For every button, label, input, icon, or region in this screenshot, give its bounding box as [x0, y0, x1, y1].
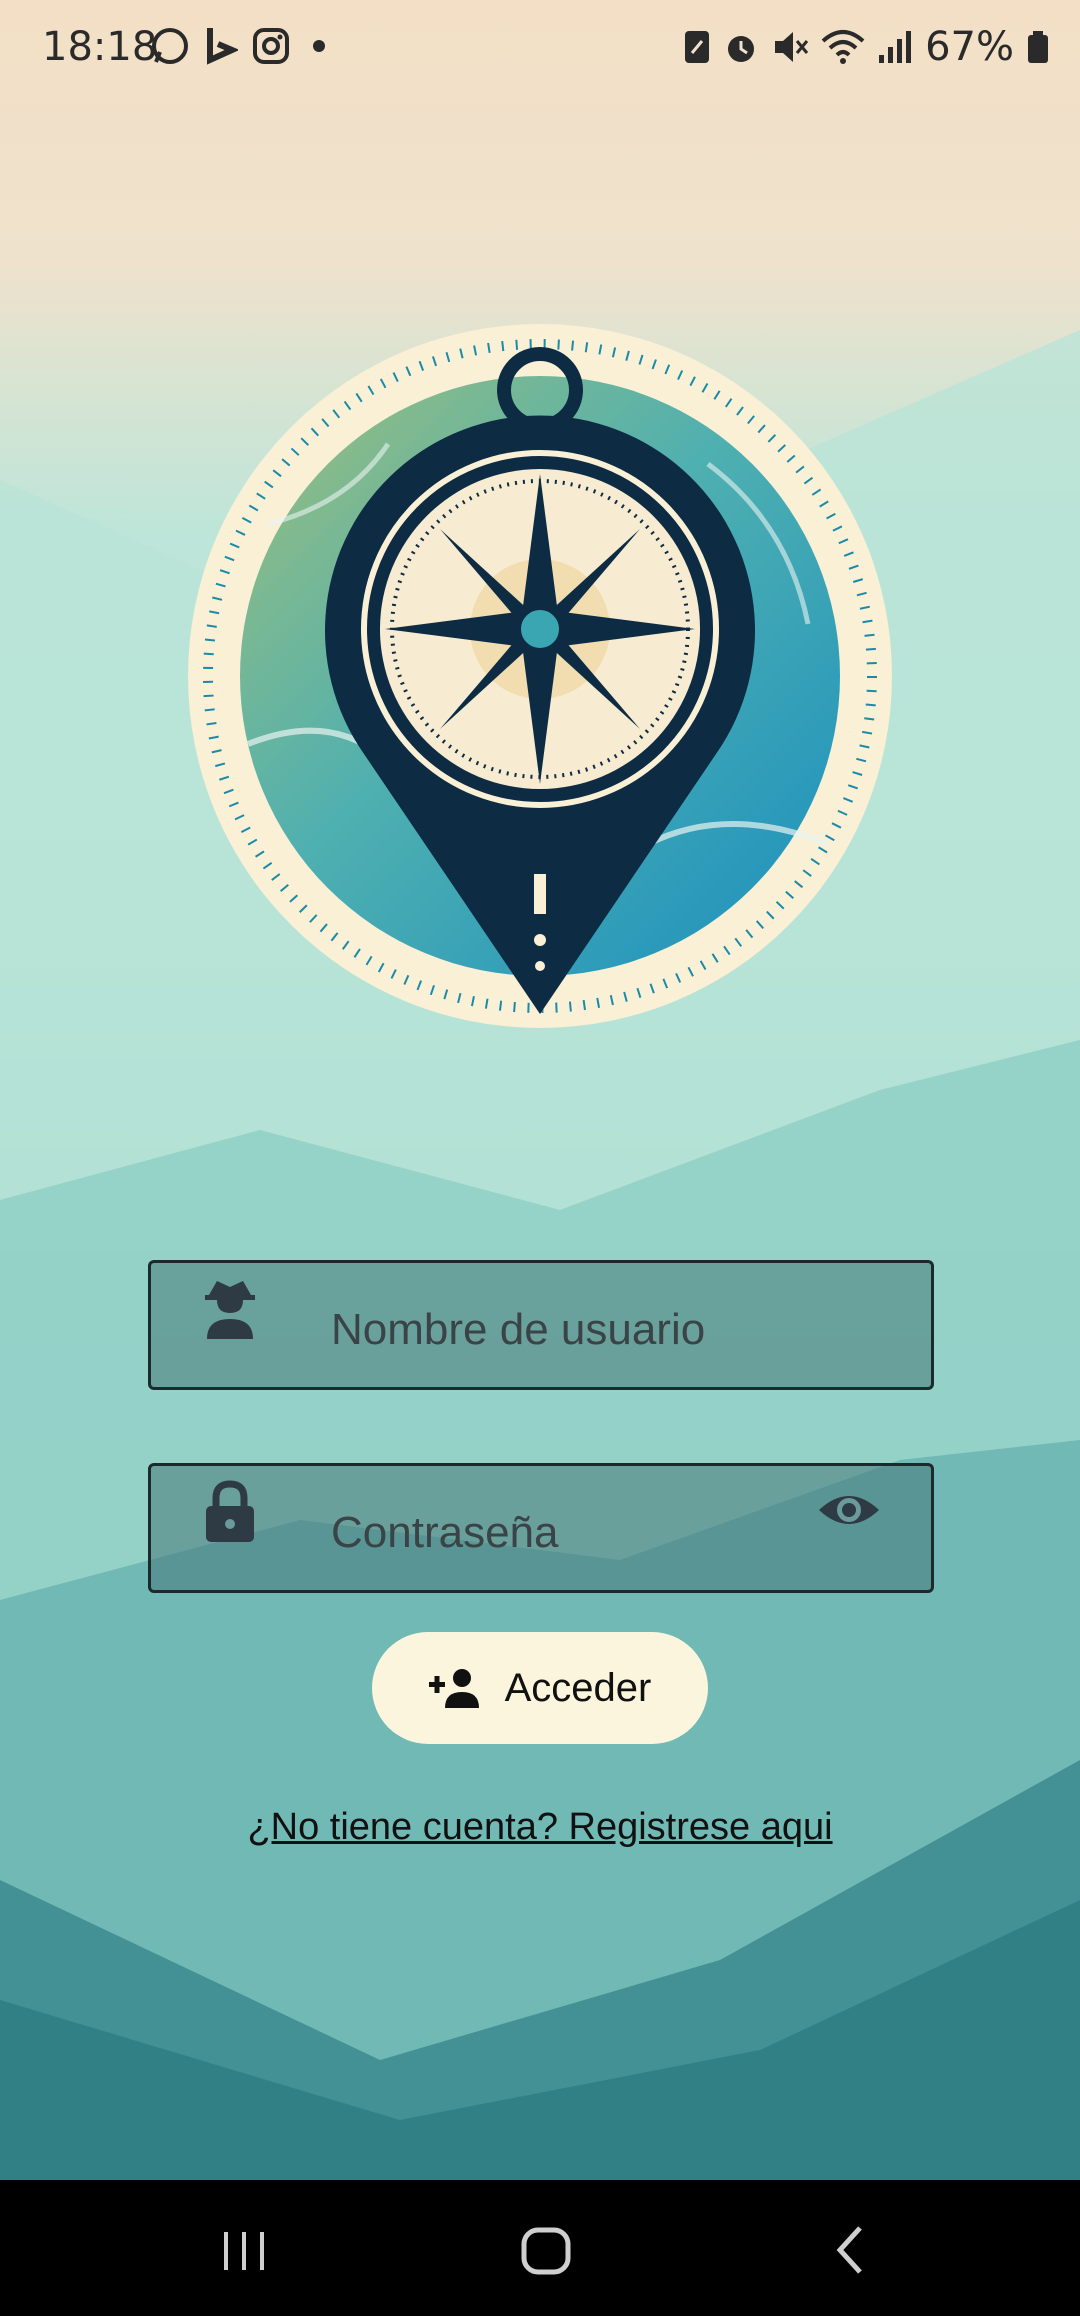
signal-icon [879, 31, 912, 63]
eye-icon[interactable] [817, 1486, 881, 1534]
back-icon[interactable] [820, 2220, 880, 2280]
username-field[interactable]: Nombre de usuario [148, 1260, 934, 1390]
login-button[interactable]: Acceder [372, 1632, 708, 1744]
battery-percent: 67% [925, 24, 1014, 70]
password-input[interactable]: Contraseña [331, 1508, 558, 1558]
lock-icon [206, 1480, 254, 1542]
username-input[interactable]: Nombre de usuario [331, 1305, 705, 1355]
recent-apps-icon[interactable] [214, 2220, 274, 2280]
wifi-icon [821, 30, 865, 64]
person-add-icon [428, 1669, 479, 1708]
bing-icon [207, 28, 238, 65]
register-link[interactable]: ¿No tiene cuenta? Registrese aqui [0, 1806, 1080, 1849]
alarm-icon [728, 36, 755, 62]
password-field[interactable]: Contraseña [148, 1463, 934, 1593]
instagram-icon [253, 28, 289, 64]
dot-icon [313, 40, 325, 52]
home-icon[interactable] [516, 2220, 576, 2280]
notification-icons [150, 26, 334, 66]
status-bar: 18:18 67% [0, 0, 1080, 96]
status-time: 18:18 [42, 24, 158, 70]
battery-icon [1028, 31, 1048, 63]
login-button-label: Acceder [504, 1665, 652, 1710]
user-hat-icon [205, 1281, 255, 1339]
system-icons: 67% [683, 24, 1050, 70]
whatsapp-icon [152, 28, 188, 64]
navigation-bar [0, 2180, 1080, 2316]
mute-icon [775, 32, 809, 62]
compass-map-pin-logo [188, 324, 892, 1028]
nfc-icon [685, 31, 710, 63]
